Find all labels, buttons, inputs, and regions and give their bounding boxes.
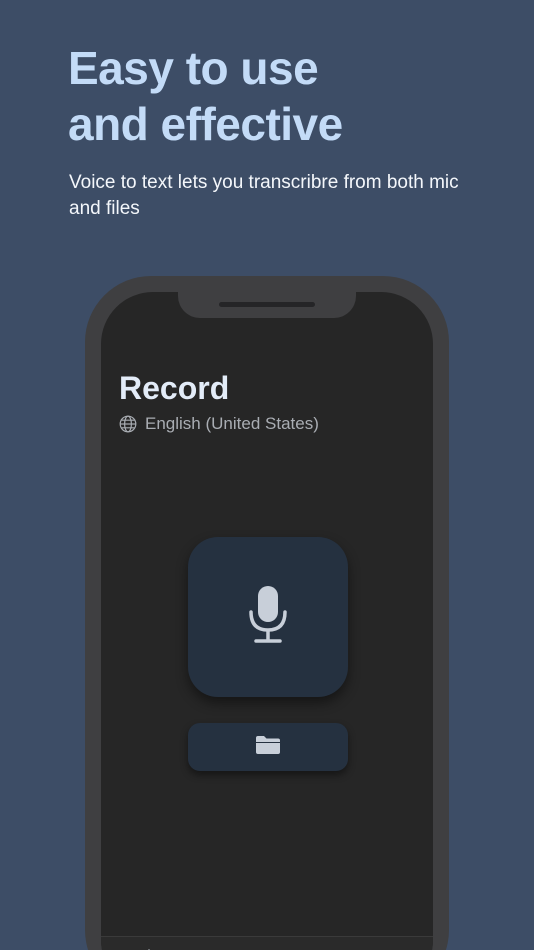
text-icon[interactable]	[143, 946, 165, 950]
language-selector[interactable]: English (United States)	[119, 414, 319, 434]
subtitle: Voice to text lets you transcribre from …	[69, 172, 459, 219]
microphone-icon	[246, 584, 290, 651]
globe-icon	[119, 415, 137, 433]
tab-bar	[101, 936, 433, 950]
phone-speaker	[219, 302, 315, 307]
screen-title: Record	[119, 370, 230, 406]
document-icon[interactable]	[256, 946, 274, 950]
phone-frame: Record English (United States)	[85, 276, 449, 950]
settings-icon[interactable]	[367, 946, 385, 950]
folder-icon	[255, 735, 281, 760]
record-button[interactable]	[188, 537, 348, 697]
headline-line-2: and effective	[68, 98, 343, 150]
import-file-button[interactable]	[188, 723, 348, 771]
phone-screen: Record English (United States)	[101, 292, 433, 950]
headline-line-1: Easy to use	[68, 42, 319, 94]
language-label: English (United States)	[145, 414, 319, 433]
promo-page: Easy to use and effective Voice to text …	[0, 0, 534, 950]
phone-notch	[178, 292, 356, 318]
headline: Easy to use and effective	[68, 40, 488, 152]
